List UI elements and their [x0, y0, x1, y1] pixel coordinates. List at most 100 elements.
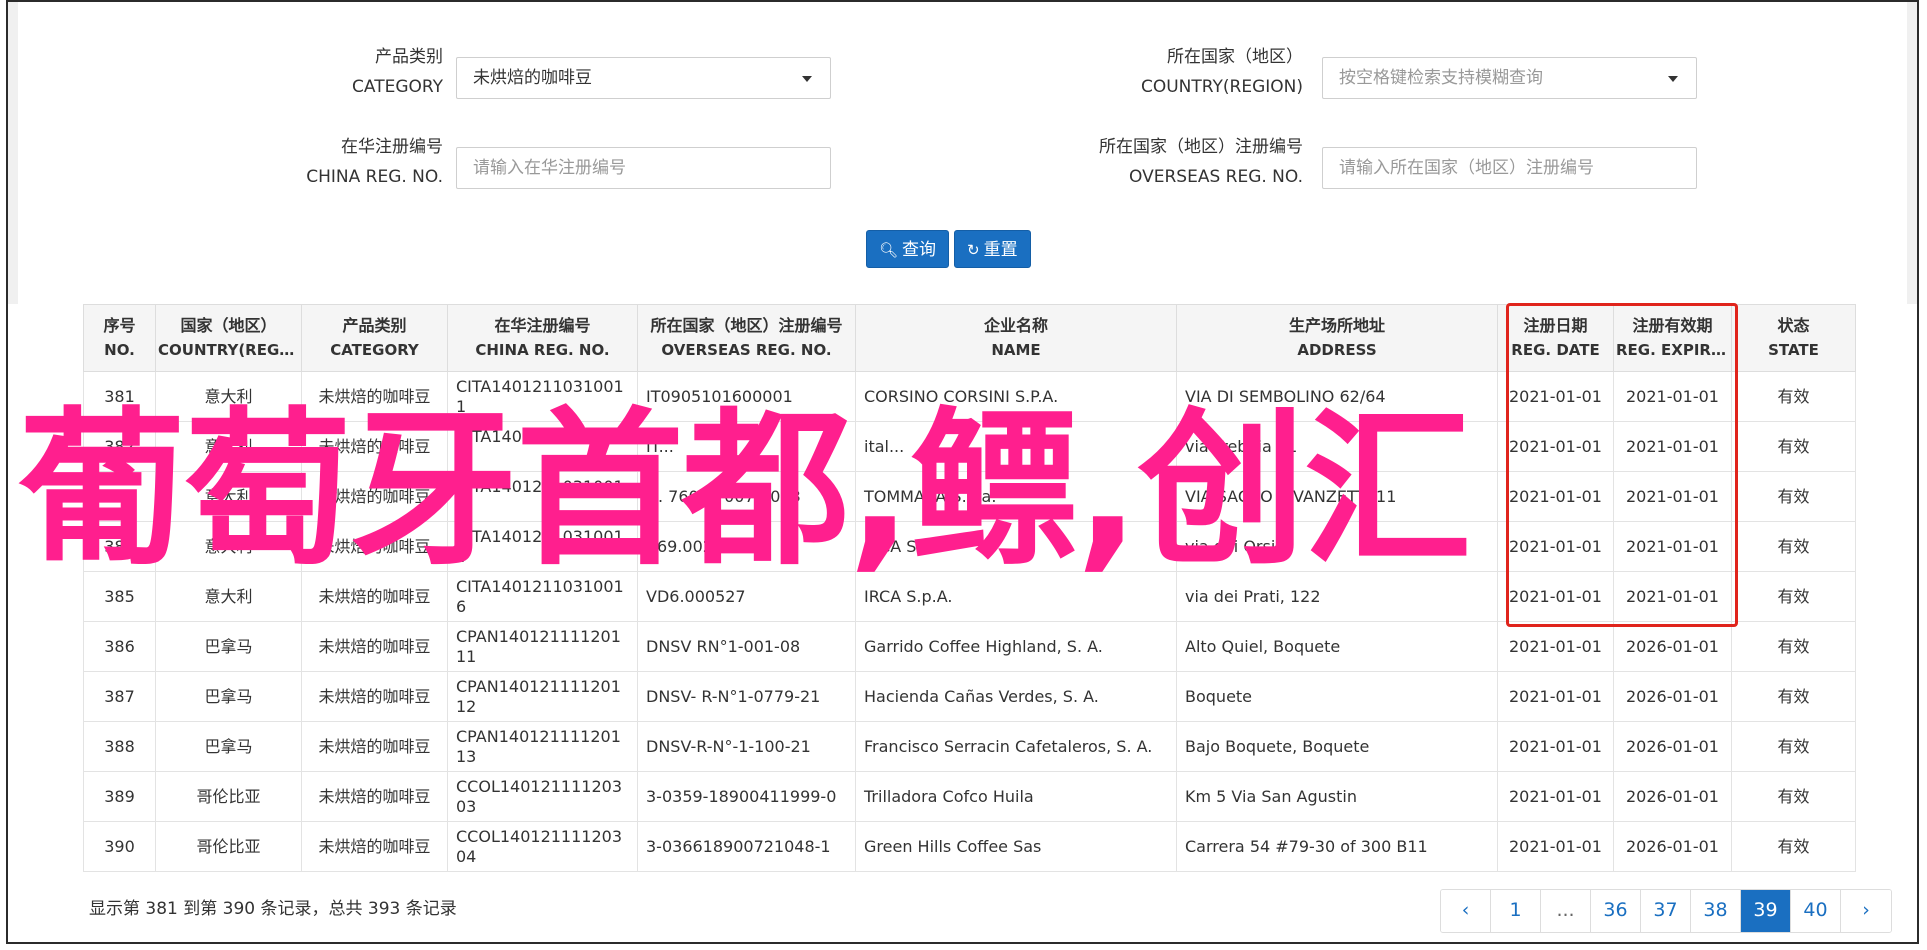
table-cell: 未烘焙的咖啡豆	[301, 721, 448, 772]
category-select[interactable]: 未烘焙的咖啡豆	[456, 57, 831, 99]
table-cell: 未烘焙的咖啡豆	[301, 621, 448, 672]
table-cell: 2021-01-01	[1613, 471, 1732, 522]
table-cell: 2021-01-01	[1497, 721, 1614, 772]
column-header[interactable]: 产品类别 CATEGORY	[301, 304, 448, 372]
column-header[interactable]: 企业名称 NAME	[855, 304, 1177, 372]
table-cell: CPAN14012111120111	[447, 621, 638, 672]
overseas-reg-input[interactable]: 请输入所在国家（地区）注册编号	[1322, 147, 1697, 189]
table-cell: 意大利	[155, 521, 302, 572]
left-scrollbar[interactable]	[8, 2, 18, 304]
column-header-en: REG. DATE	[1511, 341, 1600, 359]
column-header-en: COUNTRY(REGIO...	[158, 341, 299, 359]
table-cell: Trilladora Cofco Huila	[855, 771, 1177, 822]
column-header[interactable]: 在华注册编号 CHINA REG. NO.	[447, 304, 638, 372]
table-cell: 382	[83, 421, 156, 472]
table-cell: 383	[83, 471, 156, 522]
table-cell: CCOL14012111120304	[447, 821, 638, 872]
pager-page-button[interactable]: 1	[1491, 890, 1541, 932]
table-cell: 2021-01-01	[1497, 671, 1614, 722]
table-cell: Bajo Boquete, Boquete	[1176, 721, 1498, 772]
table-cell: VIA DI SEMBOLINO 62/64	[1176, 371, 1498, 422]
column-header[interactable]: 所在国家（地区）注册编号 OVERSEAS REG. NO.	[637, 304, 856, 372]
column-header-en: STATE	[1768, 341, 1819, 359]
column-header[interactable]: 注册日期 REG. DATE	[1497, 304, 1614, 372]
table-cell: CITA14012110310013	[447, 471, 638, 522]
table-cell: Garrido Coffee Highland, S. A.	[855, 621, 1177, 672]
table-cell: 2021-01-01	[1613, 571, 1732, 622]
table-cell: 390	[83, 821, 156, 872]
table-row: 386 巴拿马 未烘焙的咖啡豆 CPAN14012111120111 DNSV RN°1…	[83, 621, 1856, 672]
table-cell: Green Hills Coffee Sas	[855, 821, 1177, 872]
pager-prev-button[interactable]: ‹	[1441, 890, 1491, 932]
table-cell: 2021-01-01	[1613, 421, 1732, 472]
chevron-down-icon	[1668, 76, 1678, 82]
table-cell: 2021-01-01	[1497, 571, 1614, 622]
table-cell: 2021-01-01	[1497, 771, 1614, 822]
table-cell: 2021-01-01	[1497, 471, 1614, 522]
table-cell: 387	[83, 671, 156, 722]
table-body: 381 意大利 未烘焙的咖啡豆 CITA14012110310011 IT0905101…	[83, 371, 1856, 872]
table-cell: 未烘焙的咖啡豆	[301, 421, 448, 472]
table-cell: 2026-01-01	[1613, 721, 1732, 772]
column-header[interactable]: 生产场所地址 ADDRESS	[1176, 304, 1498, 372]
table-cell: 386	[83, 621, 156, 672]
table-cell: IT...	[637, 421, 856, 472]
pager-page-button[interactable]: 40	[1791, 890, 1841, 932]
chevron-down-icon	[802, 76, 812, 82]
column-header-cn: 注册日期	[1523, 316, 1588, 335]
table-row: 385 意大利 未烘焙的咖啡豆 CITA14012110310016 VD6.00052…	[83, 571, 1856, 622]
column-header-en: REG. EXPIRE ...	[1616, 341, 1729, 359]
table-cell: Boquete	[1176, 671, 1498, 722]
search-button[interactable]: 🔍︎ 查询	[866, 230, 950, 268]
table-cell: 388	[83, 721, 156, 772]
column-header-cn: 状态	[1777, 316, 1810, 335]
table-row: 390 哥伦比亚 未烘焙的咖啡豆 CCOL14012111120304 3-036618…	[83, 821, 1856, 872]
column-header-cn: 国家（地区）	[180, 316, 277, 335]
column-header[interactable]: 国家（地区） COUNTRY(REGIO...	[155, 304, 302, 372]
table-cell: 有效	[1731, 771, 1856, 822]
table-cell: 未烘焙的咖啡豆	[301, 771, 448, 822]
table-cell: 2026-01-01	[1613, 671, 1732, 722]
pager-next-button[interactable]: ›	[1841, 890, 1891, 932]
column-header-cn: 产品类别	[342, 316, 407, 335]
table-cell: via dei Prati, 122	[1176, 571, 1498, 622]
table-cell: 有效	[1731, 621, 1856, 672]
pager-page-button[interactable]: 39	[1741, 890, 1791, 932]
app-window: 产品类别 CATEGORY 未烘焙的咖啡豆 所在国家（地区） COUNTRY(R…	[6, 0, 1919, 944]
table-cell: 巴拿马	[155, 721, 302, 772]
column-header[interactable]: 序号 NO.	[83, 304, 156, 372]
right-scrollbar[interactable]	[1907, 2, 1917, 304]
pager-page-button[interactable]: 36	[1591, 890, 1641, 932]
table-cell: 有效	[1731, 721, 1856, 772]
column-header[interactable]: 注册有效期 REG. EXPIRE ...	[1613, 304, 1732, 372]
table-cell: V69.0026	[637, 521, 856, 572]
table-cell: 2021-01-01	[1497, 371, 1614, 422]
table-cell: IT0905101600001	[637, 371, 856, 422]
header-row: 序号 NO. 国家（地区） COUNTRY(REGIO... 产品类别 CATEGORY 在…	[83, 304, 1856, 372]
record-count-info: 显示第 381 到第 390 条记录，总共 393 条记录	[89, 899, 457, 919]
reset-button[interactable]: ↻ 重置	[954, 230, 1031, 268]
country-select[interactable]: 按空格键检索支持模糊查询	[1322, 57, 1697, 99]
table-cell: 意大利	[155, 371, 302, 422]
pager-page-button[interactable]: 38	[1691, 890, 1741, 932]
pager-page-button[interactable]: ...	[1541, 890, 1591, 932]
table-cell: 2021-01-01	[1497, 521, 1614, 572]
table-cell: 未烘焙的咖啡豆	[301, 471, 448, 522]
pager-page-button[interactable]: 37	[1641, 890, 1691, 932]
table-cell: DNSV RN°1-001-08	[637, 621, 856, 672]
table-cell: 有效	[1731, 671, 1856, 722]
column-header[interactable]: 状态 STATE	[1731, 304, 1856, 372]
table-cell: Alto Quiel, Boquete	[1176, 621, 1498, 672]
table-cell: 2021-01-01	[1613, 521, 1732, 572]
china-reg-input[interactable]: 请输入在华注册编号	[456, 147, 831, 189]
table-row: 383 意大利 未烘焙的咖啡豆 CITA14012110310013 N. 760 ..…	[83, 471, 1856, 522]
search-icon: 🔍︎	[879, 241, 899, 259]
table-cell: CCOL14012111120303	[447, 771, 638, 822]
table-cell: N. 760 ... 007/2003	[637, 471, 856, 522]
table-cell: 3-0359-18900411999-0	[637, 771, 856, 822]
pagination: ‹ 1... 36 37 38 39 40 ›	[1440, 889, 1892, 933]
refresh-icon: ↻	[967, 241, 980, 259]
table-row: 387 巴拿马 未烘焙的咖啡豆 CPAN14012111120112 DNSV- R-N…	[83, 671, 1856, 722]
results-table: 序号 NO. 国家（地区） COUNTRY(REGIO... 产品类别 CATEGORY 在…	[83, 304, 1856, 872]
table-cell: CITA14012110310016	[447, 571, 638, 622]
